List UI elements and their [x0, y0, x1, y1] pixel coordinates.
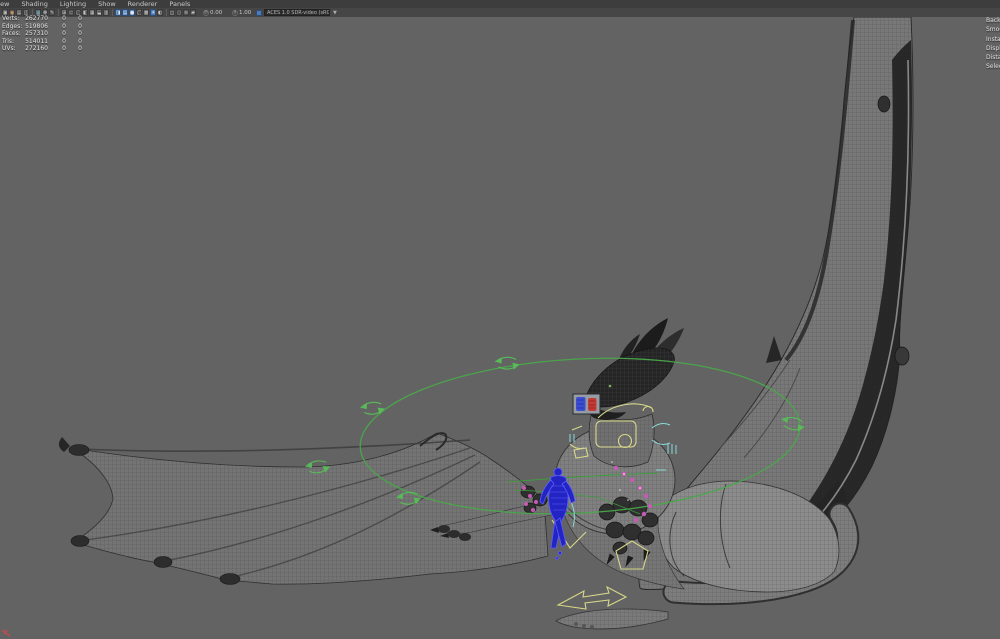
heads-up-display-icon[interactable]: ◨ — [115, 9, 121, 16]
safe-title-icon[interactable]: ▥ — [103, 9, 109, 16]
textured-mode-icon[interactable]: ▩ — [143, 9, 149, 16]
hud-verts-sel: 0 — [62, 15, 66, 22]
object-details-icon[interactable]: ▤ — [122, 9, 128, 16]
hud-tris-total: 514011 — [25, 37, 48, 45]
hud-row-tris: Tris: 514011 0 0 — [2, 38, 82, 46]
hud-verts-total: 262770 — [25, 15, 48, 22]
menu-view[interactable]: View — [0, 0, 15, 8]
hud-distance-label: Distance From Camera — [986, 54, 1000, 62]
use-all-lights-icon[interactable]: ☀ — [150, 9, 156, 16]
hud-faces-label: Faces: — [2, 30, 21, 38]
hud-selected-objects-label: Selected Objects — [986, 63, 1000, 71]
viewport-3d[interactable] — [0, 17, 1000, 639]
hud-uvs-label: UVs: — [2, 45, 16, 53]
hud-row-uvs: UVs: 272160 0 0 — [2, 45, 82, 53]
menu-renderer[interactable]: Renderer — [122, 0, 164, 8]
toolbar-separator — [112, 9, 113, 16]
hud-edges-sel: 0 — [62, 22, 66, 30]
paint-weight-widget[interactable] — [572, 393, 601, 415]
maya-viewport-panel: { "menu_bar": { "items": ["View", "Shadi… — [0, 0, 1000, 639]
safe-action-icon[interactable]: ⬓ — [96, 9, 102, 16]
exposure-value[interactable]: 0.00 — [210, 10, 222, 16]
shaded-mode-icon[interactable]: ● — [129, 9, 135, 16]
hud-poly-count: Verts: 262770 0 0 Edges: 519806 0 0 Face… — [2, 15, 82, 53]
hud-tris-label: Tris: — [2, 37, 15, 45]
hud-faces-total: 257310 — [25, 30, 48, 38]
dragon-neck — [588, 411, 655, 468]
hud-edges-total: 519806 — [25, 22, 48, 30]
hud-backfaces-label: Backfaces — [986, 17, 1000, 24]
color-management-group: ACES 1.0 SDR-video (sRGB) ▼ — [256, 8, 337, 17]
screen-space-ao-icon[interactable]: ◌ — [176, 9, 182, 16]
menu-show[interactable]: Show — [92, 0, 122, 8]
hud-edges-label: Edges: — [2, 22, 23, 30]
hud-display-layer-label: Display Layer — [986, 44, 1000, 52]
xray-icon[interactable]: ◻ — [169, 9, 175, 16]
view-transform-dropdown[interactable]: ACES 1.0 SDR-video (sRGB) — [264, 9, 330, 16]
hud-faces-comp: 0 — [78, 30, 82, 38]
gamma-icon: γ — [232, 9, 238, 16]
hud-uvs-total: 272160 — [25, 45, 48, 53]
color-management-toggle-icon[interactable] — [256, 9, 262, 16]
menu-lighting[interactable]: Lighting — [54, 0, 92, 8]
hud-object-details: Backfaces Smoothness Instance Display La… — [986, 16, 1000, 72]
hud-faces-sel: 0 — [62, 30, 66, 38]
wireframe-mode-icon[interactable]: ◯ — [136, 9, 142, 16]
hud-verts-label: Verts: — [2, 15, 20, 22]
gate-mask-icon[interactable]: ◧ — [82, 9, 88, 16]
exposure-icon: ◎ — [203, 9, 209, 16]
exposure-control[interactable]: ◎ 0.00 — [203, 8, 225, 17]
shadows-icon[interactable]: ◐ — [157, 9, 163, 16]
hud-instance-label: Instance — [986, 35, 1000, 43]
viewport-canvas — [0, 17, 1000, 639]
motion-blur-icon[interactable]: ≋ — [183, 9, 189, 16]
gamma-value[interactable]: 1.00 — [239, 10, 251, 16]
hud-uvs-comp: 0 — [78, 45, 82, 53]
hud-smoothness-label: Smoothness — [986, 26, 1000, 34]
panel-menus: View Shading Lighting Show Renderer Pane… — [0, 0, 196, 8]
panel-menu-bar: View Shading Lighting Show Renderer Pane… — [0, 0, 1000, 8]
anti-aliasing-icon[interactable]: ▰ — [190, 9, 196, 16]
hud-uvs-sel: 0 — [62, 45, 66, 53]
menu-shading[interactable]: Shading — [15, 0, 53, 8]
menu-panels[interactable]: Panels — [163, 0, 196, 8]
field-chart-icon[interactable]: ▦ — [89, 9, 95, 16]
toolbar-separator — [166, 9, 167, 16]
chevron-down-icon[interactable]: ▼ — [333, 10, 337, 16]
hud-row-verts: Verts: 262770 0 0 — [2, 15, 82, 23]
hud-row-faces: Faces: 257310 0 0 — [2, 30, 82, 38]
hud-verts-comp: 0 — [78, 15, 82, 22]
hud-tris-sel: 0 — [62, 37, 66, 45]
hud-tris-comp: 0 — [78, 37, 82, 45]
hud-edges-comp: 0 — [78, 22, 82, 30]
gamma-control[interactable]: γ 1.00 — [232, 8, 254, 17]
hud-row-edges: Edges: 519806 0 0 — [2, 23, 82, 31]
